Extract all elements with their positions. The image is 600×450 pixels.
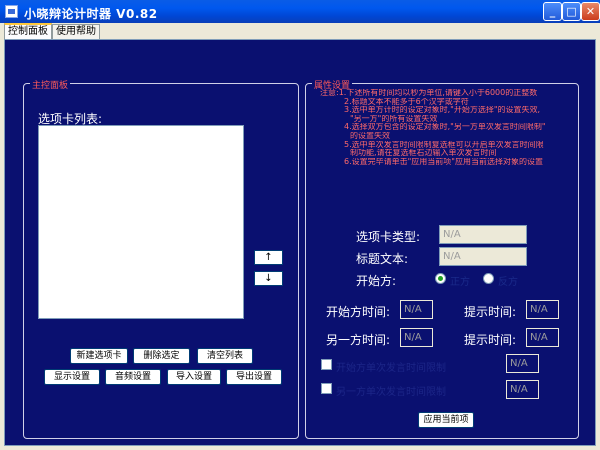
other-time-field[interactable]: N/A <box>400 328 433 347</box>
export-settings-button[interactable]: 导出设置 <box>226 369 282 385</box>
title-bar: 小晓辩论计时器 V0.82 _ □ ✕ <box>0 0 600 23</box>
note-line: 3.选中单方计时的设定对象时,"开始方选择"的设置失效, <box>344 106 541 115</box>
start-side-radio-1[interactable] <box>435 273 446 284</box>
start-side-limit-checkbox[interactable] <box>321 359 332 370</box>
other-time-label: 另一方时间: <box>326 333 391 347</box>
apply-current-button[interactable]: 应用当前项 <box>418 412 474 428</box>
property-settings-group: 属性设置 注意:1.下述所有时间均以秒为单位,请键入小于6000的正整数 2.标… <box>305 78 579 439</box>
note-line: "另一方"的所有设置失效 <box>350 114 438 123</box>
note-line: 注意:1.下述所有时间均以秒为单位,请键入小于6000的正整数 <box>320 89 538 97</box>
tab-listbox[interactable] <box>38 125 244 319</box>
other-side-limit-checkbox[interactable] <box>321 383 332 394</box>
tab-help[interactable]: 使用帮助 <box>52 24 100 39</box>
other-side-limit-field[interactable]: N/A <box>506 380 539 399</box>
note-line: 制功能,请在复选框右边输入单次发言时间 <box>350 149 497 158</box>
main-control-group: 主控面板 选项卡列表: ↑ ↓ 新建选项卡 删除选定 清空列表 显示设置 音频设… <box>23 78 299 439</box>
notes-text: 注意:1.下述所有时间均以秒为单位,请键入小于6000的正整数 2.标题文本不能… <box>314 89 576 166</box>
main-panel-legend: 主控面板 <box>30 78 71 91</box>
close-button[interactable]: ✕ <box>581 2 600 21</box>
delete-selected-button[interactable]: 删除选定 <box>133 348 190 364</box>
minimize-button[interactable]: _ <box>543 2 562 21</box>
display-settings-button[interactable]: 显示设置 <box>44 369 100 385</box>
tab-strip: 控制面板 使用帮助 <box>0 23 600 39</box>
title-text-label: 标题文本: <box>356 252 409 266</box>
import-settings-button[interactable]: 导入设置 <box>167 369 221 385</box>
start-side-label: 开始方: <box>356 274 397 288</box>
tab-control-panel[interactable]: 控制面板 <box>4 23 52 39</box>
start-side-radio-2-label: 反方 <box>498 277 518 288</box>
app-icon <box>5 5 18 18</box>
start-time-field[interactable]: N/A <box>400 300 433 319</box>
audio-settings-button[interactable]: 音频设置 <box>105 369 161 385</box>
start-side-limit-field[interactable]: N/A <box>506 354 539 373</box>
note-line: 5.选中单次发言时间限制复选框可以开启单次发言时间限 <box>344 140 544 149</box>
hint-time-field-1[interactable]: N/A <box>526 300 559 319</box>
start-time-label: 开始方时间: <box>326 305 391 319</box>
maximize-button[interactable]: □ <box>562 2 581 21</box>
hint-time-label-2: 提示时间: <box>464 333 517 347</box>
move-up-button[interactable]: ↑ <box>254 250 283 265</box>
start-side-limit-label: 开始方单次发言时间限制 <box>336 363 446 374</box>
client-area: 主控面板 选项卡列表: ↑ ↓ 新建选项卡 删除选定 清空列表 显示设置 音频设… <box>4 39 596 446</box>
window-title: 小晓辩论计时器 V0.82 <box>24 7 158 21</box>
note-line: 6.设置完毕请单击"应用当前项"应用当前选择对象的设置 <box>344 157 543 166</box>
note-line: 的设置失效 <box>350 131 390 140</box>
note-line: 2.标题文本不能多于6个汉字或字符 <box>344 97 469 106</box>
tab-type-field[interactable]: N/A <box>439 225 527 244</box>
start-side-radio-1-label: 正方 <box>450 277 470 288</box>
hint-time-field-2[interactable]: N/A <box>526 328 559 347</box>
move-down-button[interactable]: ↓ <box>254 271 283 286</box>
new-tab-button[interactable]: 新建选项卡 <box>70 348 128 364</box>
clear-list-button[interactable]: 清空列表 <box>197 348 253 364</box>
other-side-limit-label: 另一方单次发言时间限制 <box>336 387 446 398</box>
title-text-field[interactable]: N/A <box>439 247 527 266</box>
hint-time-label-1: 提示时间: <box>464 305 517 319</box>
start-side-radio-2[interactable] <box>483 273 494 284</box>
note-line: 4.选择双方包含的设定对象时,"另一方单次发言时间限制" <box>344 123 546 132</box>
tab-type-label: 选项卡类型: <box>356 230 421 244</box>
